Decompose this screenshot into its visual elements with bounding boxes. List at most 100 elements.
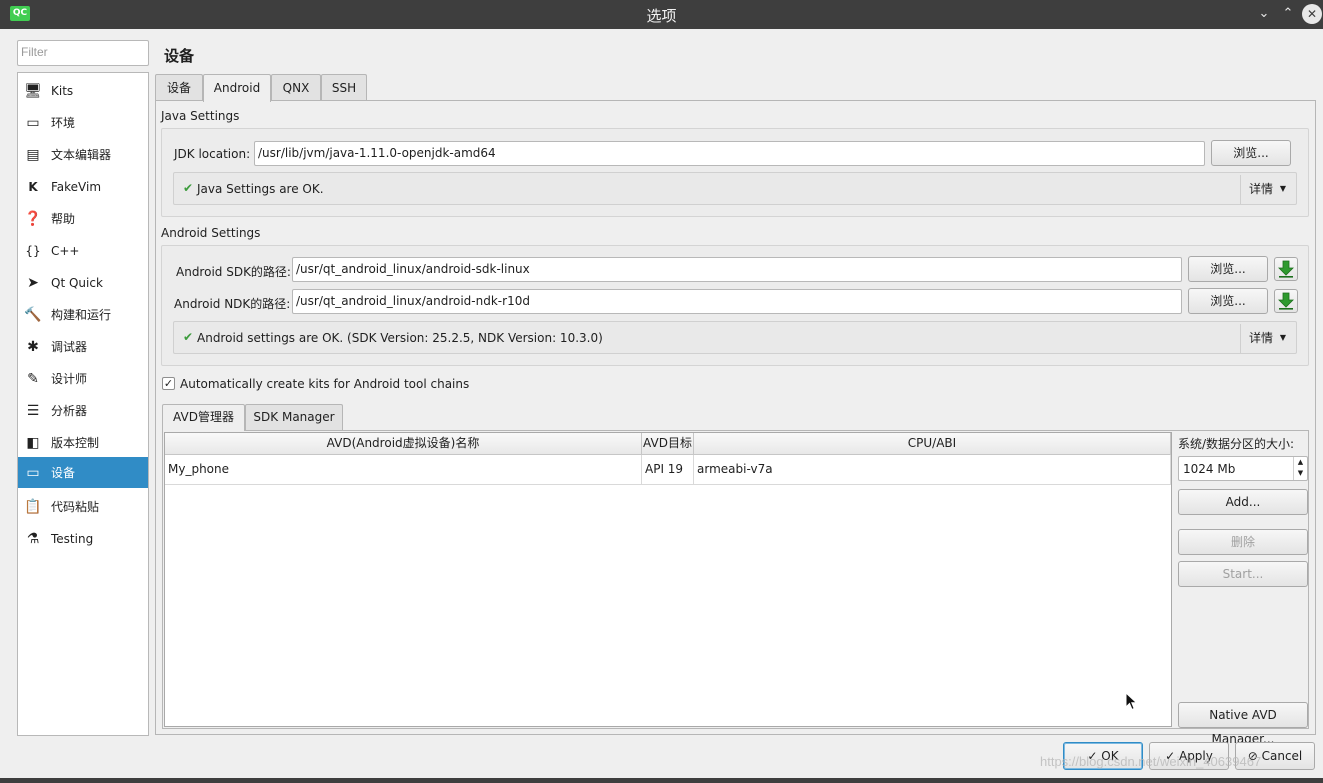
tab-devices[interactable]: 设备 bbox=[155, 74, 203, 101]
category-list: 🖥 Kits ▭ 环境 ▤ 文本编辑器 K FakeVim ❓ 帮助 {} C++ ➤ Qt … bbox=[17, 72, 149, 736]
qt-quick-icon: ➤ bbox=[27, 274, 39, 291]
avd-cell-name[interactable]: My_phone bbox=[165, 455, 642, 485]
sidebar-item-label: 分析器 bbox=[51, 404, 88, 418]
cancel-label: Cancel bbox=[1261, 749, 1303, 763]
android-settings-panel: Java Settings JDK location: /usr/lib/jvm… bbox=[155, 100, 1316, 746]
title-bar: QC 选项 ⌄ ⌃ ✕ bbox=[0, 0, 1323, 29]
java-status-text: Java Settings are OK. bbox=[197, 182, 324, 196]
analyzer-icon: ☰ bbox=[26, 402, 40, 419]
sidebar-item-version-control[interactable]: ◧ 版本控制 bbox=[18, 427, 148, 458]
tab-qnx[interactable]: QNX bbox=[271, 74, 321, 101]
sidebar-item-label: Testing bbox=[51, 531, 94, 546]
java-settings-group: JDK location: /usr/lib/jvm/java-1.11.0-o… bbox=[161, 128, 1309, 217]
partition-size-spinbox[interactable]: 1024 Mb ▲ ▼ bbox=[1178, 456, 1308, 481]
sidebar-item-devices[interactable]: ▭ 设备 bbox=[18, 457, 148, 488]
page-title: 设备 bbox=[164, 47, 195, 65]
tab-sdk-manager[interactable]: SDK Manager bbox=[245, 404, 343, 430]
auto-create-kits-checkbox[interactable]: ✓ bbox=[162, 377, 175, 390]
sidebar-item-label: 构建和运行 bbox=[51, 308, 112, 322]
avd-cell-target[interactable]: API 19 bbox=[642, 455, 694, 485]
avd-table[interactable]: AVD(Android虚拟设备)名称 AVD目标 CPU/ABI My_phon… bbox=[164, 432, 1172, 727]
kits-icon: 🖥 bbox=[24, 82, 42, 99]
partition-size-label: 系统/数据分区的大小: bbox=[1178, 437, 1295, 451]
avd-cell-abi[interactable]: armeabi-v7a bbox=[694, 455, 1171, 485]
android-status-text: Android settings are OK. (SDK Version: 2… bbox=[197, 331, 603, 345]
download-icon bbox=[1278, 292, 1294, 310]
auto-create-kits-label: Automatically create kits for Android to… bbox=[180, 377, 470, 391]
sidebar-item-label: 帮助 bbox=[51, 212, 76, 226]
minimize-button[interactable]: ⌄ bbox=[1254, 4, 1274, 24]
column-header-avd-name[interactable]: AVD(Android虚拟设备)名称 bbox=[165, 433, 642, 455]
text-editor-icon: ▤ bbox=[26, 146, 40, 163]
sidebar-item-label: 环境 bbox=[51, 116, 76, 130]
braces-icon: {} bbox=[25, 243, 41, 258]
check-icon: ✔ bbox=[183, 330, 194, 344]
tab-avd-manager[interactable]: AVD管理器 bbox=[162, 404, 245, 431]
sidebar-item-analyzer[interactable]: ☰ 分析器 bbox=[18, 395, 148, 426]
sidebar-item-text-editor[interactable]: ▤ 文本编辑器 bbox=[18, 139, 148, 170]
sidebar-item-label: 调试器 bbox=[51, 340, 88, 354]
details-label: 详情 bbox=[1249, 182, 1274, 196]
java-status-bar: ✔ Java Settings are OK. 详情 ▼ bbox=[173, 172, 1297, 205]
sidebar-item-label: 文本编辑器 bbox=[51, 148, 112, 162]
sidebar-item-testing[interactable]: ⚗ Testing bbox=[18, 523, 148, 554]
add-avd-button[interactable]: Add... bbox=[1178, 489, 1308, 515]
ndk-download-button[interactable] bbox=[1274, 289, 1298, 313]
android-details-button[interactable]: 详情 ▼ bbox=[1240, 324, 1294, 353]
jdk-location-label: JDK location: bbox=[174, 147, 251, 161]
sdk-path-label: Android SDK的路径: bbox=[176, 265, 291, 279]
sidebar-item-label: 版本控制 bbox=[51, 436, 100, 450]
window-bottom-border bbox=[0, 778, 1323, 783]
filter-input[interactable]: Filter bbox=[17, 40, 149, 66]
sdk-browse-button[interactable]: 浏览... bbox=[1188, 256, 1268, 282]
sidebar-item-environment[interactable]: ▭ 环境 bbox=[18, 107, 148, 138]
ndk-path-field[interactable]: /usr/qt_android_linux/android-ndk-r10d bbox=[292, 289, 1182, 314]
check-icon: ✔ bbox=[183, 181, 194, 195]
close-button[interactable]: ✕ bbox=[1302, 4, 1322, 24]
window-title: 选项 bbox=[646, 7, 677, 25]
clipboard-icon: 📋 bbox=[24, 498, 42, 515]
sdk-path-field[interactable]: /usr/qt_android_linux/android-sdk-linux bbox=[292, 257, 1182, 282]
monitor-icon: ▭ bbox=[26, 114, 40, 131]
sidebar-item-debugger[interactable]: ✱ 调试器 bbox=[18, 331, 148, 362]
device-icon: ▭ bbox=[26, 464, 40, 481]
sidebar-item-build-run[interactable]: 🔨 构建和运行 bbox=[18, 299, 148, 330]
avd-manager-panel: AVD(Android虚拟设备)名称 AVD目标 CPU/ABI My_phon… bbox=[162, 430, 1309, 746]
partition-size-value: 1024 Mb bbox=[1183, 462, 1236, 476]
flask-icon: ⚗ bbox=[26, 530, 40, 547]
sidebar-item-designer[interactable]: ✎ 设计师 bbox=[18, 363, 148, 394]
sidebar-item-label: Kits bbox=[51, 83, 74, 98]
sidebar-item-code-pasting[interactable]: 📋 代码粘贴 bbox=[18, 491, 148, 522]
sidebar-item-label: C++ bbox=[51, 243, 80, 258]
help-icon: ❓ bbox=[24, 210, 42, 227]
sidebar-item-help[interactable]: ❓ 帮助 bbox=[18, 203, 148, 234]
column-header-avd-target[interactable]: AVD目标 bbox=[642, 433, 694, 455]
tab-ssh[interactable]: SSH bbox=[321, 74, 367, 101]
details-label: 详情 bbox=[1249, 331, 1274, 345]
sidebar-item-kits[interactable]: 🖥 Kits bbox=[18, 75, 148, 106]
version-control-icon: ◧ bbox=[26, 434, 40, 451]
android-settings-group: Android SDK的路径: /usr/qt_android_linux/an… bbox=[161, 245, 1309, 366]
jdk-location-field[interactable]: /usr/lib/jvm/java-1.11.0-openjdk-amd64 bbox=[254, 141, 1205, 166]
native-avd-manager-button[interactable]: Native AVD Manager... bbox=[1178, 702, 1308, 746]
delete-avd-button[interactable]: 删除 bbox=[1178, 529, 1308, 555]
sidebar-item-label: 设计师 bbox=[51, 372, 88, 386]
ndk-browse-button[interactable]: 浏览... bbox=[1188, 288, 1268, 314]
java-settings-title: Java Settings bbox=[161, 109, 240, 123]
sdk-download-button[interactable] bbox=[1274, 257, 1298, 281]
start-avd-button[interactable]: Start... bbox=[1178, 561, 1308, 587]
bug-icon: ✱ bbox=[27, 338, 39, 355]
sidebar-item-qt-quick[interactable]: ➤ Qt Quick bbox=[18, 267, 148, 298]
sidebar-item-cpp[interactable]: {} C++ bbox=[18, 235, 148, 266]
tab-android[interactable]: Android bbox=[203, 74, 271, 102]
fakevim-icon: K bbox=[28, 179, 38, 194]
chevron-down-icon: ▼ bbox=[1279, 333, 1286, 342]
sidebar-item-label: 代码粘贴 bbox=[51, 500, 100, 514]
java-details-button[interactable]: 详情 ▼ bbox=[1240, 175, 1294, 204]
maximize-button[interactable]: ⌃ bbox=[1278, 4, 1298, 24]
download-icon bbox=[1278, 260, 1294, 278]
column-header-cpu-abi[interactable]: CPU/ABI bbox=[694, 433, 1171, 455]
sidebar-item-fakevim[interactable]: K FakeVim bbox=[18, 171, 148, 202]
spin-arrows-icon[interactable]: ▲ ▼ bbox=[1293, 457, 1307, 480]
jdk-browse-button[interactable]: 浏览... bbox=[1211, 140, 1291, 166]
